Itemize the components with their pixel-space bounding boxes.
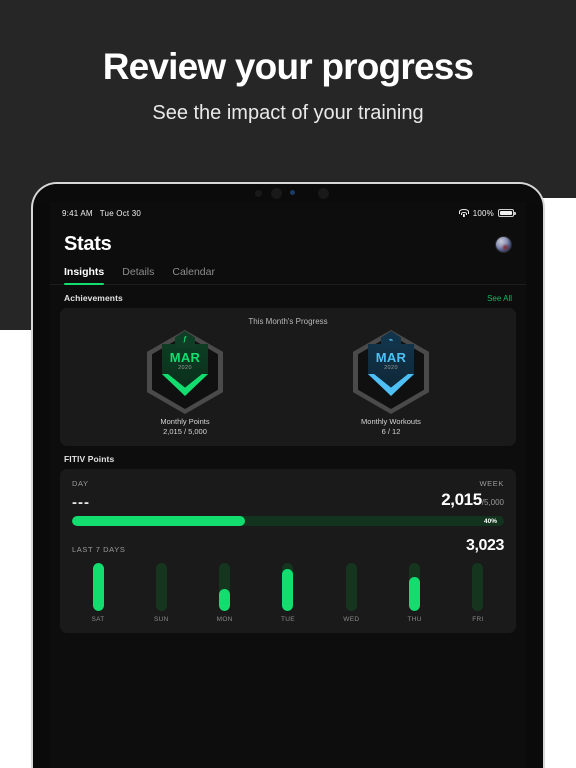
week-value: 2,015: [441, 490, 482, 509]
tablet-device-frame: 9:41 AM Tue Oct 30 100% Stats Insights D…: [31, 182, 545, 768]
side-button-3[interactable]: [543, 280, 545, 294]
badge-monthly-points[interactable]: ƒ MAR 2020 Monthly Points 2,015 / 5,000: [125, 330, 245, 436]
section-title-fitiv-points: FITIV Points: [64, 454, 115, 464]
bar-track: [345, 563, 357, 611]
status-time: 9:41 AM: [62, 208, 93, 218]
tab-bar: Insights Details Calendar: [50, 256, 526, 285]
bar-label: FRI: [472, 616, 484, 623]
week-goal: /5,000: [481, 498, 504, 507]
side-button-2[interactable]: [543, 252, 545, 266]
bar-column[interactable]: WED: [331, 563, 371, 623]
promo-title: Review your progress: [102, 46, 474, 87]
camera-lens-icon: [255, 190, 262, 197]
badge-value: 6 / 12: [381, 427, 401, 436]
white-background-right: [540, 198, 576, 768]
fitiv-points-section-header: FITIV Points: [50, 446, 526, 469]
battery-percent: 100%: [472, 208, 494, 218]
section-title-achievements: Achievements: [64, 293, 123, 303]
points-values-row: --- 2,015/5,000: [72, 491, 504, 510]
bar-column[interactable]: SAT: [78, 563, 118, 623]
device-screen: 9:41 AM Tue Oct 30 100% Stats Insights D…: [50, 202, 526, 768]
bar-column[interactable]: FRI: [458, 563, 498, 623]
promo-subtitle: See the impact of your training: [152, 101, 424, 124]
badge-month: MAR: [169, 350, 201, 365]
side-button-1[interactable]: [543, 224, 545, 238]
weekly-bar-chart: SAT SUN MON TUE WED THU FRI: [72, 563, 504, 623]
camera-lens-icon: [271, 188, 282, 199]
status-bar: 9:41 AM Tue Oct 30 100%: [50, 202, 526, 224]
bar-fill: [219, 589, 231, 611]
bar-track: [219, 563, 231, 611]
badge-year: 2020: [178, 365, 192, 371]
badge-graphic: ⌁ MAR 2020: [353, 330, 429, 414]
app-header: Stats: [50, 224, 526, 256]
bar-track: [472, 563, 484, 611]
battery-icon: [498, 209, 516, 217]
tab-insights[interactable]: Insights: [64, 266, 105, 285]
bar-label: TUE: [281, 616, 295, 623]
bar-fill: [409, 577, 421, 611]
bar-track: [92, 563, 104, 611]
fitiv-points-card: DAY WEEK --- 2,015/5,000 40% LAST 7 DAYS…: [60, 469, 516, 633]
bar-label: THU: [407, 616, 422, 623]
bar-label: MON: [216, 616, 233, 623]
achievements-card: This Month's Progress ƒ MAR 2020 Monthly…: [60, 308, 516, 446]
promo-header: Review your progress See the impact of y…: [0, 46, 576, 125]
bar-column[interactable]: MON: [205, 563, 245, 623]
bar-column[interactable]: TUE: [268, 563, 308, 623]
bar-fill: [282, 568, 294, 611]
last7-total: 3,023: [465, 537, 504, 554]
bar-track: [409, 563, 421, 611]
last7-header: LAST 7 DAYS 3,023: [72, 537, 504, 555]
camera-lens-icon: [318, 188, 329, 199]
badge-monthly-workouts[interactable]: ⌁ MAR 2020 Monthly Workouts 6 / 12: [331, 330, 451, 436]
badge-value: 2,015 / 5,000: [163, 427, 207, 436]
tab-calendar[interactable]: Calendar: [172, 266, 215, 284]
wifi-icon: [458, 209, 469, 217]
badge-list: ƒ MAR 2020 Monthly Points 2,015 / 5,000 …: [60, 330, 516, 436]
week-value-group: 2,015/5,000: [441, 491, 504, 510]
bar-label: SAT: [91, 616, 105, 623]
device-bezel-top: [33, 184, 543, 204]
see-all-link[interactable]: See All: [487, 294, 512, 303]
last7-label: LAST 7 DAYS: [72, 545, 126, 554]
bar-track: [155, 563, 167, 611]
bar-label: SUN: [154, 616, 169, 623]
tab-details[interactable]: Details: [122, 266, 154, 284]
badge-graphic: ƒ MAR 2020: [147, 330, 223, 414]
bar-column[interactable]: SUN: [141, 563, 181, 623]
progress-percent-label: 40%: [483, 517, 497, 525]
card-caption: This Month's Progress: [248, 317, 328, 326]
points-labels-row: DAY WEEK: [72, 479, 504, 488]
badge-label: Monthly Points: [160, 417, 210, 426]
bar-track: [282, 563, 294, 611]
badge-label: Monthly Workouts: [361, 417, 421, 426]
day-value: ---: [72, 494, 90, 511]
sensor-indicator-icon: [290, 190, 295, 195]
flame-icon: ƒ: [175, 331, 195, 348]
status-date: Tue Oct 30: [99, 208, 142, 218]
achievements-section-header: Achievements See All: [50, 285, 526, 308]
badge-month: MAR: [375, 350, 407, 365]
week-label: WEEK: [479, 479, 504, 488]
dumbbell-icon: ⌁: [381, 331, 401, 348]
day-label: DAY: [72, 479, 89, 488]
badge-year: 2020: [384, 365, 398, 371]
progress-fill: [72, 516, 245, 526]
bar-fill: [92, 563, 104, 611]
page-title: Stats: [64, 233, 112, 255]
bar-column[interactable]: THU: [395, 563, 435, 623]
weekly-progress-bar: 40%: [72, 516, 504, 526]
avatar[interactable]: [495, 236, 512, 253]
bar-label: WED: [343, 616, 360, 623]
